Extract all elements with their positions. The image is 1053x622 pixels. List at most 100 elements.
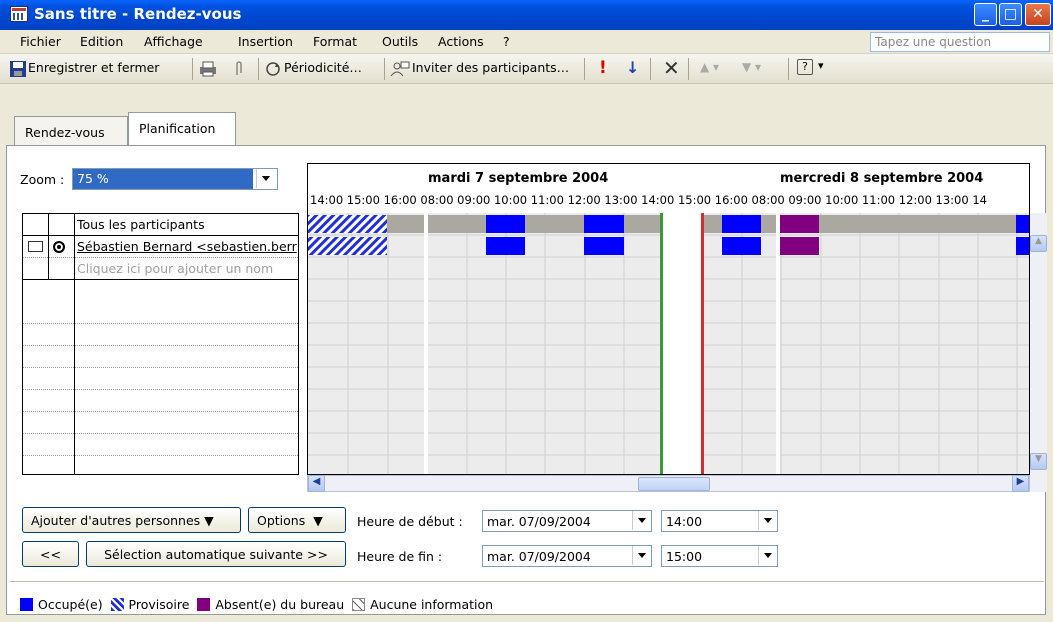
horizontal-scrollbar[interactable]: ◀ ▶	[307, 475, 1030, 492]
horizontal-scroll-thumb[interactable]	[638, 477, 710, 491]
freebusy-grid	[308, 213, 1029, 474]
close-button[interactable]: ✕	[1025, 3, 1051, 26]
maximize-button[interactable]: □	[999, 3, 1022, 26]
autopick-next-button[interactable]: Sélection automatique suivante >>	[86, 541, 346, 567]
save-icon	[10, 61, 26, 77]
tab-planification[interactable]: Planification	[128, 112, 236, 146]
separator	[788, 58, 789, 80]
separator	[650, 58, 651, 80]
save-close-button[interactable]: Enregistrer et fermer	[28, 60, 159, 75]
end-time-dropdown-icon[interactable]	[758, 546, 776, 565]
add-name-row[interactable]: Cliquez ici pour ajouter un nom	[23, 258, 298, 280]
dropdown-arrow-icon: ▼	[204, 513, 214, 528]
meeting-start-line	[660, 213, 663, 474]
separator	[584, 58, 585, 80]
end-date-field[interactable]: mar. 07/09/2004	[482, 545, 652, 567]
day-header-tuesday: mardi 7 septembre 2004	[428, 171, 609, 186]
title-bar: Sans titre - Rendez-vous _ □ ✕	[0, 0, 1053, 30]
options-label: Options	[257, 513, 306, 528]
menu-outils[interactable]: Outils	[382, 34, 418, 49]
help-icon[interactable]: ?	[797, 59, 813, 75]
legend-no-info: Aucune information	[370, 597, 494, 612]
all-participants-header: Tous les participants	[77, 217, 205, 232]
dropdown-arrow-icon: ▼	[313, 513, 323, 528]
next-item-icon[interactable]: ▼ ▾	[742, 60, 761, 74]
mail-icon	[28, 241, 43, 252]
participants-header-row: Tous les participants	[23, 214, 298, 236]
toolbar: Enregistrer et fermer Périodicité… Invit…	[0, 54, 1053, 84]
meeting-end-line	[701, 213, 704, 474]
vertical-scrollbar[interactable]: ▲ ▼	[1030, 213, 1047, 492]
separator	[384, 58, 385, 80]
zoom-dropdown-icon[interactable]	[256, 169, 274, 188]
legend-oof: Absent(e) du bureau	[215, 597, 345, 612]
menu-fichier[interactable]: Fichier	[20, 34, 61, 49]
scroll-down-icon[interactable]: ▼	[1030, 453, 1047, 470]
add-name-placeholder[interactable]: Cliquez ici pour ajouter un nom	[77, 261, 273, 276]
empty-row	[23, 346, 298, 368]
toolbar-options-chevron-icon[interactable]: ▾	[818, 59, 824, 72]
menu-insertion[interactable]: Insertion	[238, 34, 293, 49]
start-date-field[interactable]: mar. 07/09/2004	[482, 510, 652, 532]
hour-labels: 14:00 15:00 16:00 08:00 09:00 10:00 11:0…	[310, 193, 987, 207]
start-date-dropdown-icon[interactable]	[632, 511, 650, 530]
end-time-label: Heure de fin :	[357, 549, 443, 564]
legend-tentative: Provisoire	[128, 597, 190, 612]
participants-list: Tous les participants Sébastien Bernard …	[22, 213, 299, 475]
end-date-dropdown-icon[interactable]	[632, 546, 650, 565]
empty-row	[23, 324, 298, 346]
menu-affichage[interactable]: Affichage	[144, 34, 203, 49]
print-icon[interactable]	[198, 61, 218, 77]
divider	[10, 581, 1044, 582]
start-time-dropdown-icon[interactable]	[758, 511, 776, 530]
separator	[688, 58, 689, 80]
tentative-swatch-icon	[110, 598, 124, 611]
recurrence-button[interactable]: Périodicité…	[284, 60, 362, 75]
minimize-button[interactable]: _	[974, 3, 997, 26]
scroll-left-icon[interactable]: ◀	[308, 475, 325, 492]
zoom-value: 75 %	[73, 169, 253, 189]
question-input[interactable]: Tapez une question	[870, 32, 1050, 52]
empty-row	[23, 434, 298, 456]
high-importance-icon[interactable]: !	[599, 58, 607, 78]
options-button[interactable]: Options ▼	[248, 507, 346, 533]
day-header-wednesday: mercredi 8 septembre 2004	[780, 171, 984, 186]
separator	[192, 58, 193, 80]
recurrence-icon	[266, 62, 280, 76]
empty-row	[23, 368, 298, 390]
invite-button[interactable]: Inviter des participants…	[412, 60, 569, 75]
add-others-label: Ajouter d'autres personnes	[31, 513, 201, 528]
busy-swatch-icon	[20, 598, 33, 611]
separator	[258, 58, 259, 80]
low-importance-icon[interactable]: ↓	[626, 58, 639, 77]
empty-row	[23, 390, 298, 412]
required-attendee-icon[interactable]	[53, 241, 65, 253]
scroll-up-icon[interactable]: ▲	[1030, 235, 1047, 252]
legend-busy: Occupé(e)	[38, 597, 103, 612]
empty-row	[23, 412, 298, 434]
invite-icon	[390, 61, 410, 77]
previous-item-icon[interactable]: ▲ ▾	[700, 60, 719, 74]
participant-name[interactable]: Sébastien Bernard <sebastien.berr	[77, 239, 297, 254]
zoom-label: Zoom :	[20, 172, 65, 187]
participant-row[interactable]: Sébastien Bernard <sebastien.berr	[23, 236, 298, 258]
legend: Occupé(e) Provisoire Absent(e) du bureau…	[20, 597, 493, 612]
add-others-button[interactable]: Ajouter d'autres personnes ▼	[22, 507, 241, 533]
menu-bar: Fichier Edition Affichage Insertion Form…	[0, 30, 1053, 54]
menu-actions[interactable]: Actions	[438, 34, 484, 49]
tab-rendez-vous[interactable]: Rendez-vous	[14, 116, 128, 146]
previous-button[interactable]: <<	[22, 541, 79, 567]
empty-row	[23, 302, 298, 324]
scroll-right-icon[interactable]: ▶	[1012, 475, 1029, 492]
menu-help[interactable]: ?	[503, 34, 510, 49]
delete-icon[interactable]: ✕	[663, 56, 680, 80]
schedule-grid[interactable]: mardi 7 septembre 2004 mercredi 8 septem…	[307, 163, 1030, 475]
attach-icon[interactable]	[234, 60, 244, 78]
oof-swatch-icon	[197, 598, 211, 611]
menu-format[interactable]: Format	[313, 34, 357, 49]
calendar-icon	[10, 6, 28, 22]
start-time-label: Heure de début :	[357, 514, 463, 529]
menu-edition[interactable]: Edition	[80, 34, 123, 49]
window-title: Sans titre - Rendez-vous	[34, 5, 242, 23]
no-info-swatch-icon	[352, 598, 366, 611]
